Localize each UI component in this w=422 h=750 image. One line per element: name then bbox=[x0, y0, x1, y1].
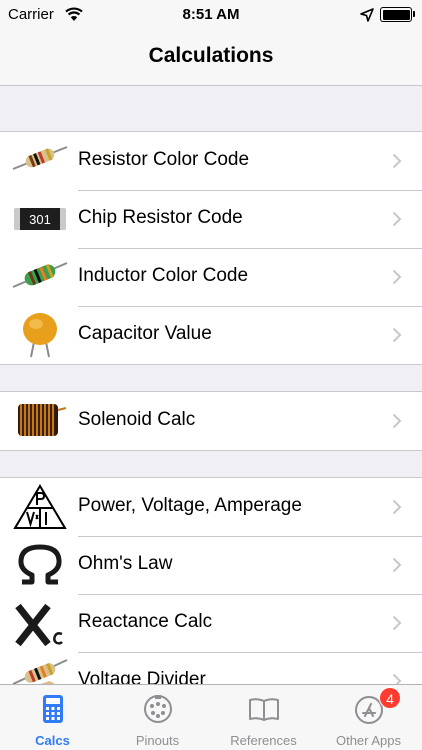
list-item-label: Capacitor Value bbox=[78, 323, 212, 344]
battery-tip bbox=[413, 11, 415, 17]
pvi-triangle-icon bbox=[13, 484, 67, 529]
section-solenoid: Solenoid Calc bbox=[0, 391, 422, 451]
list-item-label: Resistor Color Code bbox=[78, 149, 250, 170]
calculator-icon bbox=[43, 695, 63, 723]
list-item-label: Power, Voltage, Amperage bbox=[78, 495, 302, 516]
chevron-right-icon bbox=[392, 327, 402, 343]
inductor-icon bbox=[12, 262, 68, 288]
notification-badge: 4 bbox=[379, 687, 401, 709]
chevron-right-icon bbox=[392, 615, 402, 631]
book-icon bbox=[249, 698, 279, 721]
chip-resistor-icon: 301 bbox=[14, 208, 66, 230]
battery-icon bbox=[380, 7, 412, 22]
omega-icon bbox=[18, 544, 62, 585]
section-component-codes: Resistor Color Code 301 Chip Resistor Co… bbox=[0, 131, 422, 365]
list-item-ohms-law[interactable]: Ohm's Law bbox=[0, 536, 422, 594]
list-item-capacitor-value[interactable]: Capacitor Value bbox=[0, 306, 422, 364]
chevron-right-icon bbox=[392, 413, 402, 429]
tab-label: Pinouts bbox=[135, 733, 180, 748]
tab-other-apps[interactable]: 4 Other Apps bbox=[316, 685, 421, 750]
resistor-icon bbox=[12, 146, 68, 170]
chevron-right-icon bbox=[392, 269, 402, 285]
list-item-voltage-divider[interactable]: Voltage Divider bbox=[0, 652, 422, 684]
chevron-right-icon bbox=[392, 499, 402, 515]
page-title: Calculations bbox=[148, 44, 274, 67]
capacitor-icon bbox=[23, 313, 57, 358]
chevron-right-icon bbox=[392, 211, 402, 227]
location-arrow-icon bbox=[360, 8, 374, 22]
list-item-label: Inductor Color Code bbox=[78, 265, 249, 286]
tab-pinouts[interactable]: Pinouts bbox=[105, 685, 210, 750]
list-item-inductor-color-code[interactable]: Inductor Color Code bbox=[0, 248, 422, 306]
list-item-resistor-color-code[interactable]: Resistor Color Code bbox=[0, 132, 422, 190]
tab-bar: Calcs Pinouts References 4 Other Apps bbox=[0, 684, 422, 750]
tab-label: Calcs bbox=[35, 733, 70, 748]
chevron-right-icon bbox=[392, 153, 402, 169]
tab-label: References bbox=[230, 733, 297, 748]
chip-resistor-code-text: 301 bbox=[29, 212, 51, 227]
tab-calcs[interactable]: Calcs bbox=[0, 685, 105, 750]
list-item-label: Ohm's Law bbox=[78, 553, 173, 574]
navigation-bar: Calculations bbox=[0, 30, 422, 86]
chevron-right-icon bbox=[392, 673, 402, 684]
clock: 8:51 AM bbox=[182, 6, 240, 23]
solenoid-icon bbox=[18, 404, 67, 436]
connector-icon bbox=[144, 695, 172, 723]
list-item-solenoid-calc[interactable]: Solenoid Calc bbox=[0, 392, 422, 450]
tab-label: Other Apps bbox=[335, 733, 402, 748]
list-item-label: Voltage Divider bbox=[78, 669, 206, 684]
list-item-label: Chip Resistor Code bbox=[78, 207, 243, 228]
section-formulas: Power, Voltage, Amperage Ohm's Law React… bbox=[0, 477, 422, 684]
list-item-power-voltage-amperage[interactable]: Power, Voltage, Amperage bbox=[0, 478, 422, 536]
reactance-icon bbox=[15, 603, 63, 646]
tab-references[interactable]: References bbox=[211, 685, 316, 750]
voltage-divider-icon bbox=[12, 659, 68, 684]
list-item-reactance-calc[interactable]: Reactance Calc bbox=[0, 594, 422, 652]
list-item-label: Reactance Calc bbox=[78, 611, 213, 632]
chevron-right-icon bbox=[392, 557, 402, 573]
calculations-list[interactable]: Resistor Color Code 301 Chip Resistor Co… bbox=[0, 87, 422, 684]
status-bar: Carrier 8:51 AM bbox=[0, 0, 422, 30]
list-item-label: Solenoid Calc bbox=[78, 409, 196, 430]
list-item-chip-resistor-code[interactable]: 301 Chip Resistor Code bbox=[0, 190, 422, 248]
